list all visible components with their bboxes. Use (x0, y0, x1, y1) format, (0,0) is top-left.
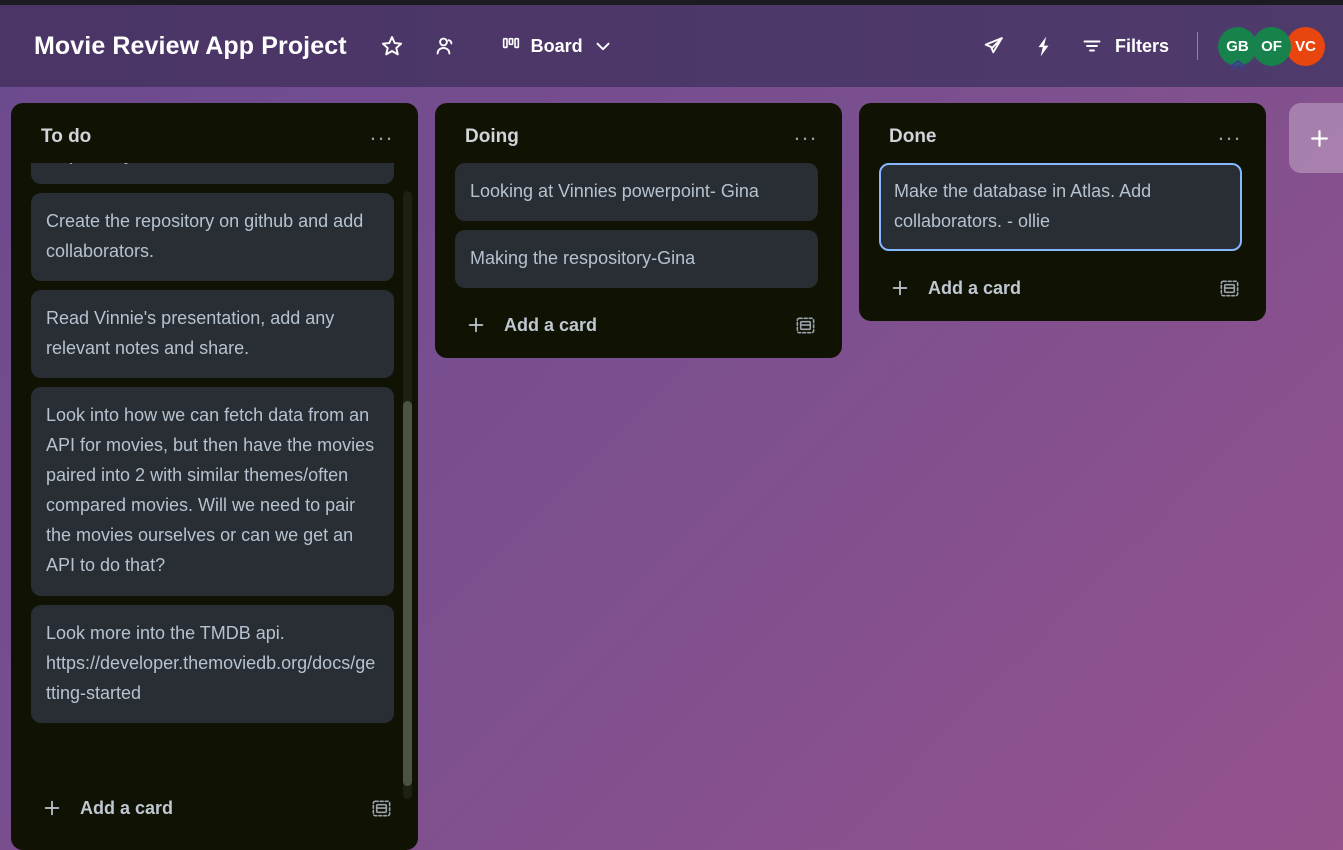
avatar-initials: VC (1295, 37, 1316, 55)
filters-label: Filters (1114, 35, 1169, 56)
card-title: Look into how we can fetch data from an … (46, 405, 375, 576)
list-footer: Add a card (867, 257, 1258, 313)
list-header: Doing ... (443, 111, 834, 163)
card-title: Look more into the TMDB api. https://dev… (46, 622, 376, 703)
card[interactable]: inspired by. (31, 163, 394, 185)
plus-icon (465, 314, 487, 336)
list-done: Done ... Make the database in Atlas. Add… (859, 103, 1266, 322)
card-title: inspired by. (46, 163, 137, 164)
card-title: Making the respository-Gina (470, 248, 696, 269)
list-scrollbar-thumb[interactable] (403, 401, 412, 786)
list-header: To do ... (19, 111, 410, 163)
list-menu-button[interactable]: ... (1214, 121, 1246, 153)
board-view-switcher[interactable]: Board (494, 28, 620, 64)
card-title: Read Vinnie's presentation, add any rele… (46, 308, 335, 359)
avatar[interactable]: GB (1218, 26, 1257, 70)
card[interactable]: Read Vinnie's presentation, add any rele… (31, 290, 394, 379)
list-menu-button[interactable]: ... (790, 121, 822, 153)
list-menu-button[interactable]: ... (366, 121, 398, 153)
add-card-label: Add a card (80, 797, 174, 818)
list-to-do: To do ... inspired by. Create the reposi… (11, 103, 418, 850)
filters-button[interactable]: Filters (1076, 28, 1175, 64)
list-title: Doing (465, 126, 519, 147)
rocket-icon[interactable] (976, 28, 1012, 64)
card-title: Create the repository on github and add … (46, 211, 364, 262)
board-header-right-actions: Filters GB OF VC (976, 26, 1325, 70)
lightning-bolt-icon[interactable] (1026, 28, 1062, 64)
avatar-initials: GB (1226, 37, 1249, 55)
members-icon[interactable] (426, 28, 462, 64)
list-footer: Add a card (443, 294, 834, 350)
add-card-button[interactable]: Add a card (457, 308, 605, 342)
card[interactable]: Looking at Vinnies powerpoint- Gina (455, 163, 818, 222)
card-title: Looking at Vinnies powerpoint- Gina (470, 181, 759, 201)
board-header: Movie Review App Project Board Filters G… (0, 5, 1343, 87)
chevron-down-icon (592, 35, 614, 57)
trello-board-app: Movie Review App Project Board Filters G… (0, 0, 1343, 850)
card[interactable]: Create the repository on github and add … (31, 193, 394, 282)
plus-icon (1307, 126, 1332, 151)
card-template-icon[interactable] (790, 310, 820, 340)
filter-icon (1080, 34, 1104, 58)
card-title: Make the database in Atlas. Add collabor… (894, 181, 1152, 232)
avatar[interactable]: VC (1286, 26, 1325, 66)
card[interactable]: Look more into the TMDB api. https://dev… (31, 604, 394, 723)
plus-icon (889, 277, 911, 299)
premium-badge-icon (1229, 59, 1247, 71)
cards-container[interactable]: Make the database in Atlas. Add collabor… (867, 163, 1258, 252)
cards-container[interactable]: inspired by. Create the repository on gi… (19, 163, 410, 771)
add-card-button[interactable]: Add a card (881, 271, 1029, 305)
board-canvas: To do ... inspired by. Create the reposi… (0, 87, 1343, 850)
avatar[interactable]: OF (1252, 26, 1291, 66)
add-card-label: Add a card (504, 314, 598, 335)
card-template-icon[interactable] (366, 793, 396, 823)
add-card-button[interactable]: Add a card (33, 791, 181, 825)
list-header: Done ... (867, 111, 1258, 163)
card[interactable]: Look into how we can fetch data from an … (31, 387, 394, 596)
header-divider (1197, 32, 1198, 60)
board-view-icon (500, 35, 522, 57)
add-another-list-button[interactable]: Add another list (1289, 103, 1343, 173)
card[interactable]: Making the respository-Gina (455, 230, 818, 289)
page-title: Movie Review App Project (34, 31, 347, 60)
list-title: To do (41, 126, 92, 147)
list-scrollbar[interactable] (403, 191, 412, 799)
list-title: Done (889, 126, 937, 147)
board-view-label: Board (530, 35, 583, 56)
star-icon[interactable] (374, 28, 410, 64)
plus-icon (41, 797, 63, 819)
member-avatars: GB OF VC (1218, 26, 1325, 70)
card-template-icon[interactable] (1214, 273, 1244, 303)
list-doing: Doing ... Looking at Vinnies powerpoint-… (435, 103, 842, 359)
list-footer: Add a card (19, 777, 410, 833)
cards-container[interactable]: Looking at Vinnies powerpoint- Gina Maki… (443, 163, 834, 289)
card[interactable]: Make the database in Atlas. Add collabor… (879, 163, 1242, 252)
avatar-initials: OF (1261, 37, 1282, 55)
add-card-label: Add a card (928, 277, 1022, 298)
board-header-left-actions: Board (374, 28, 620, 64)
